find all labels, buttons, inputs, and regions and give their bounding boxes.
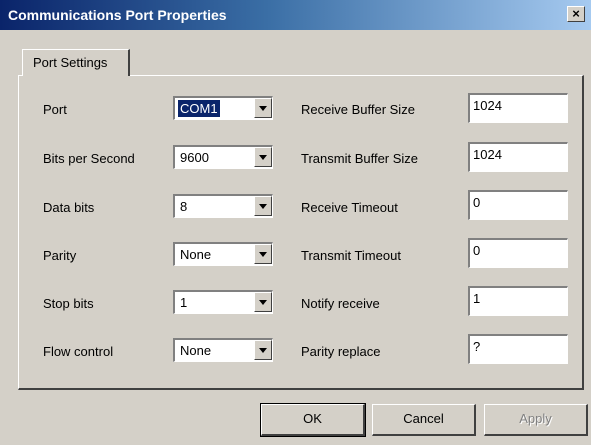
data-bits-value: 8	[180, 199, 188, 214]
chevron-down-icon[interactable]	[254, 147, 272, 167]
receive-buffer-size-value: 1024	[473, 98, 502, 113]
transmit-timeout-value: 0	[473, 243, 481, 258]
transmit-buffer-size-label: Transmit Buffer Size	[301, 151, 419, 166]
chevron-down-icon[interactable]	[254, 340, 272, 360]
receive-timeout-input[interactable]: 0	[468, 190, 568, 220]
port-select[interactable]: COM1	[173, 96, 273, 120]
ok-button[interactable]: OK	[260, 403, 366, 437]
close-button[interactable]: ×	[567, 6, 585, 22]
transmit-timeout-input[interactable]: 0	[468, 238, 568, 268]
apply-button-label: Apply	[519, 411, 552, 426]
receive-timeout-value: 0	[473, 195, 481, 210]
apply-button[interactable]: Apply	[484, 404, 588, 436]
notify-receive-label: Notify receive	[301, 296, 380, 311]
bits-per-second-label: Bits per Second	[43, 151, 135, 166]
chevron-down-icon[interactable]	[254, 244, 272, 264]
receive-timeout-label: Receive Timeout	[301, 200, 398, 215]
chevron-down-icon[interactable]	[254, 196, 272, 216]
flow-control-select[interactable]: None	[173, 338, 273, 362]
tab-port-settings[interactable]: Port Settings	[22, 49, 130, 76]
stop-bits-label: Stop bits	[43, 296, 94, 311]
bits-per-second-select[interactable]: 9600	[173, 145, 273, 169]
parity-replace-value: ?	[473, 339, 481, 354]
receive-buffer-size-input[interactable]: 1024	[468, 93, 568, 123]
parity-replace-label: Parity replace	[301, 344, 381, 359]
ok-button-label: OK	[303, 411, 322, 426]
receive-buffer-size-label: Receive Buffer Size	[301, 102, 415, 117]
bits-per-second-value: 9600	[180, 150, 209, 165]
chevron-down-icon[interactable]	[254, 292, 272, 312]
port-value: COM1	[178, 100, 220, 117]
data-bits-select[interactable]: 8	[173, 194, 273, 218]
window-title: Communications Port Properties	[8, 7, 227, 23]
port-label: Port	[43, 102, 67, 117]
transmit-buffer-size-input[interactable]: 1024	[468, 142, 568, 172]
stop-bits-value: 1	[180, 295, 188, 310]
parity-label: Parity	[43, 248, 77, 263]
cancel-button-label: Cancel	[403, 411, 444, 426]
transmit-timeout-label: Transmit Timeout	[301, 248, 401, 263]
notify-receive-value: 1	[473, 291, 481, 306]
data-bits-label: Data bits	[43, 200, 95, 215]
title-bar[interactable]: Communications Port Properties ×	[0, 0, 591, 30]
flow-control-label: Flow control	[43, 344, 114, 359]
transmit-buffer-size-value: 1024	[473, 147, 502, 162]
flow-control-value: None	[180, 343, 212, 358]
parity-replace-input[interactable]: ?	[468, 334, 568, 364]
stop-bits-select[interactable]: 1	[173, 290, 273, 314]
parity-select[interactable]: None	[173, 242, 273, 266]
close-icon: ×	[572, 6, 580, 21]
notify-receive-input[interactable]: 1	[468, 286, 568, 316]
tab-label: Port Settings	[33, 55, 108, 70]
cancel-button[interactable]: Cancel	[372, 404, 476, 436]
parity-value: None	[180, 247, 212, 262]
chevron-down-icon[interactable]	[254, 98, 272, 118]
